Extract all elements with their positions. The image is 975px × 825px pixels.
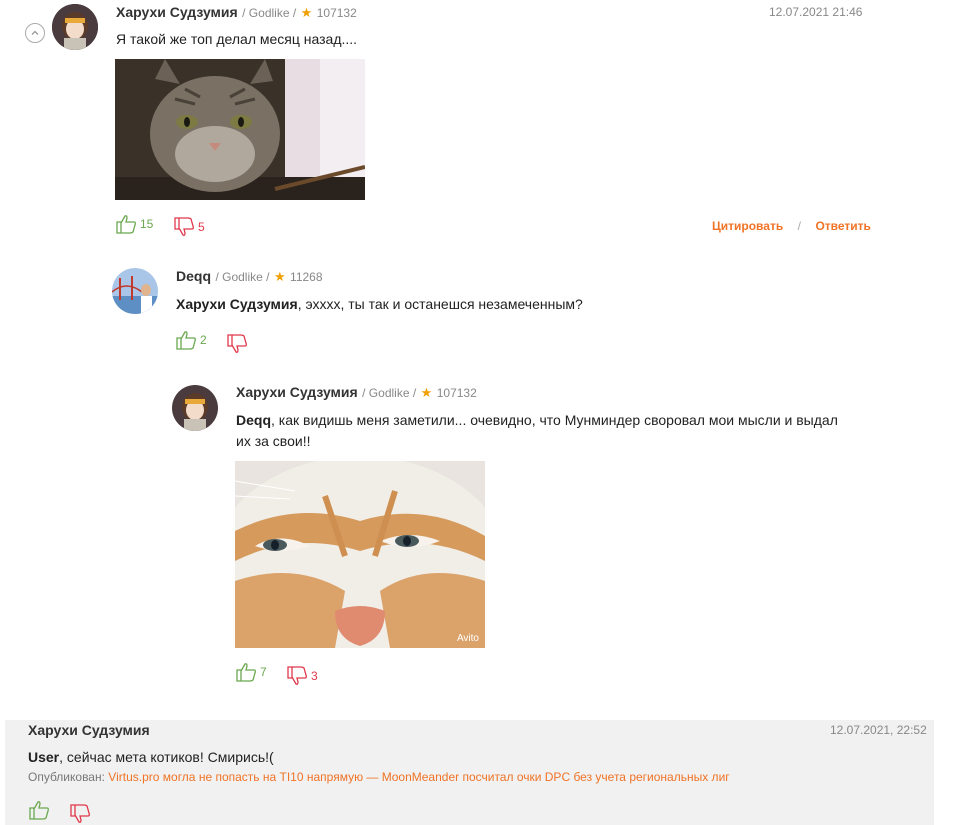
comment-image-cat-ginger[interactable]: Avito xyxy=(235,461,485,648)
thumb-up-icon xyxy=(29,801,49,820)
dislike-button[interactable] xyxy=(226,334,251,354)
user-rating: 11268 xyxy=(290,270,323,284)
quote-button[interactable]: Цитировать xyxy=(712,219,783,233)
mention-link[interactable]: User xyxy=(28,749,59,765)
comment-text-body: , сейчас мета котиков! Смирись!( xyxy=(59,749,274,765)
comment-text-body: , эхххх, ты так и останешся незамеченным… xyxy=(297,296,583,312)
like-button[interactable]: 2 xyxy=(175,330,207,350)
thumb-down-icon xyxy=(287,666,307,685)
mention-link[interactable]: Deqq xyxy=(236,412,271,428)
like-button[interactable]: 7 xyxy=(235,662,267,682)
user-rank: / Godlike / xyxy=(242,6,297,20)
reply-button[interactable]: Ответить xyxy=(815,219,870,233)
thumb-up-icon xyxy=(116,215,136,234)
collapse-thread-button[interactable] xyxy=(25,23,45,43)
chevron-up-icon xyxy=(31,30,39,35)
published-in: Опубликован: Virtus.pro могла не попасть… xyxy=(28,770,730,784)
comment-text-line: их за свои!! xyxy=(236,433,311,449)
published-label: Опубликован: xyxy=(28,770,105,784)
comment-author[interactable]: Харухи Судзумия xyxy=(116,4,238,20)
comment-text: Я такой же топ делал месяц назад.... xyxy=(116,31,358,47)
avatar-image xyxy=(172,385,218,431)
comment-author[interactable]: Харухи Судзумия xyxy=(236,384,358,400)
comment-text: Deqq, как видишь меня заметили... очевид… xyxy=(236,410,876,452)
action-separator: / xyxy=(797,219,801,233)
avatar[interactable] xyxy=(52,4,98,50)
user-rating: 107132 xyxy=(436,386,477,400)
comment-text-line: , как видишь меня заметили... очевидно, … xyxy=(271,412,838,428)
user-rating: 107132 xyxy=(316,6,357,20)
comment-author[interactable]: Deqq xyxy=(176,268,211,284)
ginger-cat-image xyxy=(235,461,485,648)
comment-author[interactable]: Харухи Судзумия xyxy=(28,722,150,738)
avatar[interactable] xyxy=(112,268,158,314)
image-watermark: Avito xyxy=(456,633,479,644)
like-count: 2 xyxy=(200,333,207,347)
avatar[interactable] xyxy=(172,385,218,431)
star-icon: ★ xyxy=(300,5,313,20)
comment-image-cat-tabby[interactable] xyxy=(115,59,365,200)
avatar-image xyxy=(52,4,98,50)
thumb-down-icon xyxy=(227,334,247,353)
star-icon: ★ xyxy=(420,385,433,400)
dislike-button[interactable]: 3 xyxy=(286,666,318,686)
dislike-button[interactable] xyxy=(69,804,94,824)
user-rank: / Godlike / xyxy=(362,386,417,400)
star-icon: ★ xyxy=(273,269,286,284)
thumb-down-icon xyxy=(174,217,194,236)
thumb-up-icon xyxy=(236,663,256,682)
comment-date: 12.07.2021 21:46 xyxy=(769,5,863,19)
like-count: 15 xyxy=(140,217,154,231)
user-rank: / Godlike / xyxy=(215,270,270,284)
dislike-count: 3 xyxy=(311,669,318,683)
mention-link[interactable]: Харухи Судзумия xyxy=(176,296,298,312)
avatar-image xyxy=(112,268,158,314)
like-button[interactable] xyxy=(28,800,53,820)
comment-text: Харухи Судзумия, эхххх, ты так и останеш… xyxy=(176,294,583,315)
tabby-cat-image xyxy=(115,59,365,200)
dislike-count: 5 xyxy=(198,220,205,234)
comment-date: 12.07.2021, 22:52 xyxy=(830,723,927,737)
dislike-button[interactable]: 5 xyxy=(173,217,205,237)
thumb-down-icon xyxy=(70,804,90,823)
comment-text: User, сейчас мета котиков! Смирись!( xyxy=(28,747,274,768)
published-article-link[interactable]: Virtus.pro могла не попасть на TI10 напр… xyxy=(108,770,729,784)
like-count: 7 xyxy=(260,665,267,679)
thumb-up-icon xyxy=(176,331,196,350)
like-button[interactable]: 15 xyxy=(115,214,153,234)
